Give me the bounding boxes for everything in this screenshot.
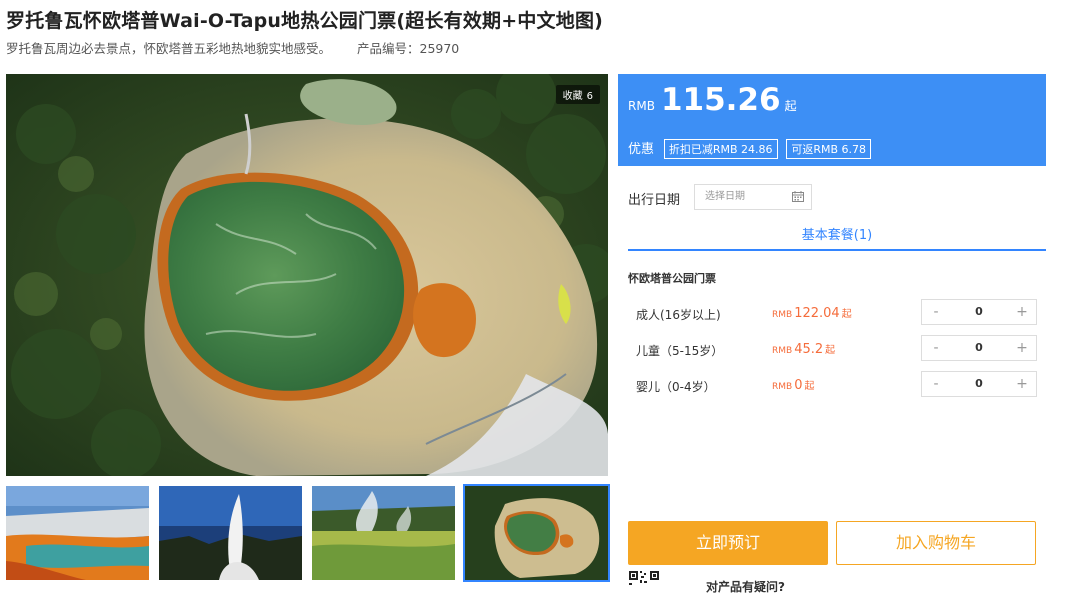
ticket-name: 婴儿（0-4岁） bbox=[636, 380, 716, 394]
quantity-stepper: - 0 + bbox=[921, 335, 1037, 361]
favorite-button[interactable]: 收藏 6 bbox=[555, 85, 600, 104]
quantity-value[interactable]: 0 bbox=[950, 372, 1008, 396]
aerial-crater-image bbox=[6, 74, 608, 476]
deal-label: 优惠 bbox=[628, 142, 655, 157]
ticket-row-infant: 婴儿（0-4岁） RMB 0 起 - 0 + bbox=[628, 371, 1046, 399]
ticket-row-child: 儿童（5-15岁） RMB 45.2 起 - 0 + bbox=[628, 335, 1046, 363]
steaming-lake-photo bbox=[312, 486, 455, 580]
quantity-value[interactable]: 0 bbox=[950, 336, 1008, 360]
price-row: RMB 115.26 起 bbox=[628, 82, 797, 118]
ticket-price: RMB 45.2 起 bbox=[772, 341, 835, 357]
quantity-value[interactable]: 0 bbox=[950, 300, 1008, 324]
tab-basic-package[interactable]: 基本套餐(1) bbox=[628, 224, 1046, 251]
qr-code-icon bbox=[628, 570, 660, 588]
thermal-pool-photo bbox=[6, 486, 149, 580]
favorite-label: 收藏 bbox=[562, 91, 583, 102]
add-to-cart-button[interactable]: 加入购物车 bbox=[836, 521, 1036, 565]
price-suffix: 起 bbox=[784, 99, 797, 113]
favorite-count: 6 bbox=[586, 91, 593, 102]
price-currency: RMB bbox=[628, 99, 655, 113]
thumbnail-steaming-lake[interactable] bbox=[312, 486, 455, 580]
thumbnail-strip bbox=[6, 484, 610, 582]
product-question-link[interactable]: 对产品有疑问? bbox=[706, 578, 785, 595]
travel-date-input[interactable]: 选择日期 bbox=[694, 184, 812, 210]
product-subtitle: 罗托鲁瓦周边必去景点，怀欧塔普五彩地热地貌实地感受。 产品编号：25970 bbox=[6, 38, 459, 57]
ticket-price-suffix: 起 bbox=[825, 345, 836, 356]
product-title: 罗托鲁瓦怀欧塔普Wai-O-Tapu地热公园门票(超长有效期+中文地图) bbox=[6, 10, 604, 32]
deal-row: 优惠 折扣已减RMB 24.86 可返RMB 6.78 bbox=[628, 138, 876, 159]
increase-button[interactable]: + bbox=[1008, 372, 1036, 396]
quantity-stepper: - 0 + bbox=[921, 299, 1037, 325]
decrease-button[interactable]: - bbox=[922, 372, 950, 396]
thumbnail-geyser[interactable] bbox=[159, 486, 302, 580]
main-product-photo[interactable]: 收藏 6 bbox=[6, 74, 608, 476]
decrease-button[interactable]: - bbox=[922, 336, 950, 360]
travel-date-label: 出行日期 bbox=[628, 193, 681, 208]
book-now-button[interactable]: 立即预订 bbox=[628, 521, 828, 565]
quantity-stepper: - 0 + bbox=[921, 371, 1037, 397]
product-description: 罗托鲁瓦周边必去景点，怀欧塔普五彩地热地貌实地感受。 bbox=[6, 41, 332, 56]
price-panel: RMB 115.26 起 优惠 折扣已减RMB 24.86 可返RMB 6.78 bbox=[618, 74, 1046, 166]
ticket-name: 成人(16岁以上) bbox=[636, 308, 721, 322]
ticket-price: RMB 122.04 起 bbox=[772, 305, 852, 321]
price-amount: 115.26 bbox=[660, 82, 781, 118]
thumbnail-thermal-pool[interactable] bbox=[6, 486, 149, 580]
ticket-currency: RMB bbox=[772, 346, 793, 356]
increase-button[interactable]: + bbox=[1008, 300, 1036, 324]
thumbnail-aerial-crater[interactable] bbox=[463, 484, 610, 582]
ticket-price-value: 0 bbox=[794, 378, 803, 393]
geyser-photo bbox=[159, 486, 302, 580]
decrease-button[interactable]: - bbox=[922, 300, 950, 324]
ticket-price: RMB 0 起 bbox=[772, 377, 814, 393]
ticket-currency: RMB bbox=[772, 382, 793, 392]
cashback-tag: 可返RMB 6.78 bbox=[786, 139, 872, 159]
ticket-section-title: 怀欧塔普公园门票 bbox=[628, 272, 716, 285]
ticket-price-suffix: 起 bbox=[804, 381, 815, 392]
ticket-price-value: 122.04 bbox=[794, 306, 840, 321]
ticket-row-adult: 成人(16岁以上) RMB 122.04 起 - 0 + bbox=[628, 299, 1046, 327]
increase-button[interactable]: + bbox=[1008, 336, 1036, 360]
ticket-name: 儿童（5-15岁） bbox=[636, 344, 724, 358]
ticket-price-value: 45.2 bbox=[794, 342, 824, 357]
aerial-crater-photo bbox=[465, 486, 608, 580]
ticket-price-suffix: 起 bbox=[841, 309, 852, 320]
calendar-icon[interactable] bbox=[792, 191, 804, 202]
ticket-currency: RMB bbox=[772, 310, 793, 320]
date-placeholder: 选择日期 bbox=[705, 191, 745, 202]
product-code: 产品编号：25970 bbox=[357, 41, 460, 56]
discount-tag: 折扣已减RMB 24.86 bbox=[663, 139, 778, 159]
